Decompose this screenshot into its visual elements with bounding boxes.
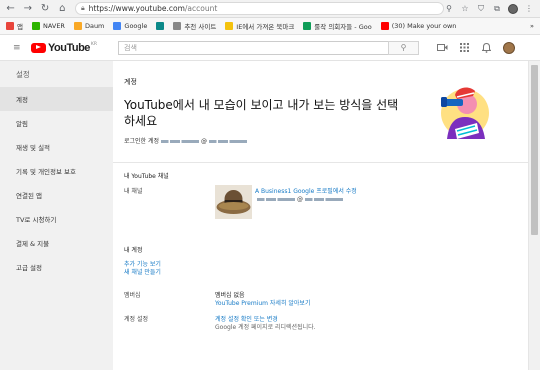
bookmark-favicon-icon: [113, 22, 122, 30]
zoom-icon[interactable]: ⚲: [444, 4, 454, 14]
account-section-title: 내 계정: [124, 247, 143, 254]
account-avatar[interactable]: [503, 41, 515, 54]
bookmarks-overflow-button[interactable]: »: [530, 22, 540, 30]
youtube-play-icon: [31, 42, 46, 53]
premium-learn-more-link[interactable]: YouTube Premium 자세히 알아보기: [215, 298, 310, 307]
masked-email-user: [161, 140, 200, 143]
region-code: KR: [90, 42, 97, 47]
bookmark-favicon-icon: [303, 22, 312, 30]
youtube-logo[interactable]: YouTube KR: [31, 42, 97, 54]
sidebar-title: 설정: [16, 69, 30, 79]
menu-kebab-icon[interactable]: ⋮: [524, 4, 534, 14]
bookmark-item[interactable]: (30) Make your own: [380, 22, 457, 30]
bookmark-label: Google: [124, 22, 148, 30]
apps-grid-icon[interactable]: [459, 42, 470, 53]
page-scrollbar[interactable]: [528, 61, 540, 370]
sidebar-item[interactable]: 기록 및 개인정보 보호: [0, 159, 113, 183]
bookmark-label: 룰작 의회자들 - Goo: [314, 23, 372, 31]
forward-icon[interactable]: →: [21, 2, 34, 16]
create-channel-link[interactable]: 새 채널 만들기: [124, 267, 161, 276]
url-path: /account: [184, 4, 218, 13]
sidebar-item[interactable]: 연결된 앱: [0, 183, 113, 207]
binoculars-illustration: [441, 87, 489, 139]
account-settings-label: 계정 설정: [124, 316, 148, 323]
youtube-wordmark: YouTube: [48, 41, 90, 54]
browser-toolbar: ← → ↻ ⌂ 🔒︎ https://www.youtube.com/accou…: [0, 0, 540, 18]
extension-shield-icon[interactable]: ⛉: [476, 4, 486, 14]
bookmark-favicon-icon: [380, 22, 389, 30]
bookmark-item[interactable]: 추천 사이트: [173, 21, 216, 31]
account-settings-panel: 계정 YouTube에서 내 모습이 보이고 내가 보는 방식을 선택하세요 로…: [113, 61, 528, 370]
sidebar-item[interactable]: 고급 설정: [0, 255, 113, 279]
hamburger-menu-icon[interactable]: ≡: [13, 43, 23, 53]
bookmark-favicon-icon: [173, 22, 182, 30]
bookmark-favicon-icon: [225, 22, 234, 30]
bookmarks-bar: 앱 NAVER Daum Google 추천 사이트 IE에서 가져온 북마크 룰작 의회자…: [0, 18, 540, 35]
sidebar-item[interactable]: TV로 시청하기: [0, 207, 113, 231]
channel-label: 내 채널: [124, 188, 143, 195]
bookmark-label: 앱: [17, 23, 23, 31]
lock-icon: 🔒︎: [80, 4, 85, 12]
address-bar[interactable]: 🔒︎ https://www.youtube.com/account: [74, 2, 444, 15]
bookmark-favicon-icon: [31, 22, 40, 30]
divider: [113, 162, 528, 163]
home-icon[interactable]: ⌂: [56, 2, 69, 16]
notifications-bell-icon[interactable]: [481, 42, 492, 53]
bookmark-favicon-icon: [156, 22, 165, 30]
profile-avatar[interactable]: [508, 3, 518, 14]
bookmark-item[interactable]: Daum: [73, 22, 105, 30]
redirect-note: Google 계정 페이지로 리디렉션됩니다.: [215, 324, 316, 331]
page-headline: YouTube에서 내 모습이 보이고 내가 보는 방식을 선택하세요: [124, 98, 399, 128]
bookmark-item[interactable]: [156, 22, 165, 30]
channel-section-title: 내 YouTube 채널: [124, 173, 169, 180]
sidebar-item[interactable]: 계정: [0, 87, 113, 111]
search-icon: ⚲: [400, 43, 407, 52]
bookmark-item[interactable]: 앱: [6, 21, 23, 31]
signed-in-as: 로그인한 계정 @: [124, 136, 249, 145]
bookmark-item[interactable]: NAVER: [31, 22, 65, 30]
membership-label: 멤버십: [124, 292, 141, 299]
section-title: 계정: [124, 78, 137, 86]
channel-thumbnail[interactable]: [215, 185, 252, 219]
channel-name-link[interactable]: A Business1 Google 프로필에서 수정: [255, 186, 357, 195]
bookmark-label: 추천 사이트: [184, 23, 217, 31]
bookmark-favicon-icon: [73, 22, 82, 30]
settings-sidebar: 설정 계정 알림 재생 및 실적 기록 및 개인정보 보호 연결된 앱 TV로 시청하기 결…: [0, 61, 113, 370]
star-icon[interactable]: ☆: [460, 4, 470, 14]
masked-channel-domain: [305, 198, 343, 201]
back-icon[interactable]: ←: [4, 2, 17, 16]
search-input[interactable]: 검색: [118, 40, 388, 55]
sidebar-item[interactable]: 결제 & 지불: [0, 231, 113, 255]
signed-in-prefix: 로그인한 계정: [124, 138, 160, 145]
bookmark-item[interactable]: Google: [113, 22, 147, 30]
masked-channel-user: [257, 198, 295, 201]
bookmark-favicon-icon: [6, 22, 14, 30]
create-video-icon[interactable]: [437, 42, 448, 53]
bookmark-label: Daum: [84, 22, 105, 30]
youtube-header: ≡ YouTube KR 검색 ⚲: [0, 35, 540, 61]
bookmark-item[interactable]: IE에서 가져온 북마크: [225, 21, 294, 31]
url-host: https://www.youtube.com: [88, 4, 185, 13]
channel-email: @: [255, 196, 345, 203]
sidebar-item[interactable]: 알림: [0, 111, 113, 135]
bookmark-label: NAVER: [42, 22, 65, 30]
reload-icon[interactable]: ↻: [38, 2, 51, 16]
bookmark-label: IE에서 가져온 북마크: [236, 23, 295, 31]
search-button[interactable]: ⚲: [388, 40, 419, 55]
scrollbar-thumb[interactable]: [531, 65, 538, 235]
sidebar-item[interactable]: 재생 및 실적: [0, 135, 113, 159]
extension-icon[interactable]: ⧉: [492, 4, 502, 14]
masked-email-domain: [209, 140, 248, 143]
bookmark-item[interactable]: 룰작 의회자들 - Goo: [303, 21, 372, 31]
bookmark-label: (30) Make your own: [391, 22, 457, 30]
